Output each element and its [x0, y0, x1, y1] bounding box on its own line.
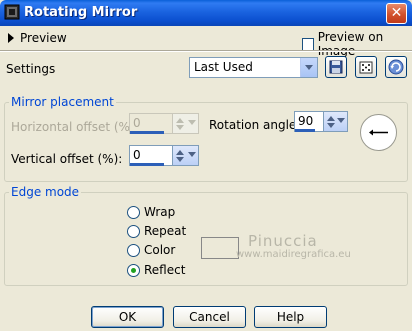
horizontal-offset-label: Horizontal offset (%):	[11, 120, 139, 134]
separator	[0, 50, 412, 52]
radio-label: Reflect	[144, 263, 186, 277]
reset-arrow-icon	[388, 59, 404, 75]
rotation-angle-stepper[interactable]	[324, 111, 348, 132]
horizontal-offset-spinner[interactable]: 0	[129, 113, 199, 136]
settings-label: Settings	[6, 62, 56, 76]
radio-button[interactable]	[127, 205, 140, 219]
radio-label: Color	[144, 243, 176, 257]
radio-wrap[interactable]: Wrap	[127, 205, 175, 219]
chevron-down-icon[interactable]	[188, 120, 196, 125]
expand-triangle-icon	[8, 33, 14, 43]
arrow-down-icon[interactable]	[327, 123, 335, 128]
randomize-dice-icon	[359, 61, 373, 74]
horizontal-offset-stepper[interactable]	[173, 113, 199, 134]
watermark-name: Pinuccia	[248, 232, 318, 250]
rotation-angle-dial[interactable]	[360, 114, 397, 151]
radio-button[interactable]	[127, 263, 140, 277]
dialog-window: Rotating Mirror ✕ Preview Preview on Ima…	[0, 0, 412, 331]
preview-toggle[interactable]: Preview	[8, 30, 67, 46]
preview-on-image-label: Preview on Image	[317, 30, 384, 58]
save-preset-button[interactable]	[325, 56, 347, 78]
watermark: Pinuccia www.maidiregrafica.eu	[222, 232, 351, 260]
vertical-offset-spinner[interactable]: 0	[129, 145, 199, 168]
preview-on-image-checkbox[interactable]: Preview on Image	[302, 30, 412, 58]
radio-button[interactable]	[127, 224, 140, 238]
checkbox-box[interactable]	[302, 37, 314, 51]
radio-button[interactable]	[127, 243, 140, 257]
help-button[interactable]: Help	[254, 306, 327, 328]
chevron-down-icon[interactable]	[188, 152, 196, 157]
rotation-angle-slider[interactable]	[295, 129, 315, 132]
preview-label: Preview	[20, 31, 67, 45]
ok-button[interactable]: OK	[91, 306, 164, 328]
cancel-button[interactable]: Cancel	[173, 306, 246, 328]
radio-repeat[interactable]: Repeat	[127, 224, 186, 238]
mirror-placement-title: Mirror placement	[9, 95, 116, 109]
reset-button[interactable]	[385, 56, 407, 78]
angle-arrow-icon	[369, 129, 388, 136]
preset-value: Last Used	[194, 60, 253, 74]
vertical-offset-slider[interactable]	[130, 163, 164, 166]
arrow-up-icon[interactable]	[176, 150, 184, 155]
vertical-offset-stepper[interactable]	[173, 145, 199, 166]
close-icon: ✕	[390, 5, 403, 21]
rotation-angle-spinner[interactable]: 90	[294, 111, 364, 134]
chevron-down-icon[interactable]	[337, 118, 345, 123]
watermark-url: www.maidiregrafica.eu	[236, 249, 351, 260]
randomize-button[interactable]	[355, 56, 377, 78]
arrow-up-icon[interactable]	[327, 116, 335, 121]
chevron-down-icon[interactable]	[300, 58, 317, 77]
radio-label: Repeat	[144, 224, 187, 238]
preset-dropdown[interactable]: Last Used	[189, 57, 318, 78]
title-bar[interactable]: Rotating Mirror ✕	[0, 0, 412, 26]
arrow-down-icon[interactable]	[176, 157, 184, 162]
app-icon	[4, 4, 20, 20]
edge-mode-title: Edge mode	[9, 185, 82, 199]
arrow-down-icon[interactable]	[176, 125, 184, 130]
radio-reflect[interactable]: Reflect	[127, 263, 185, 277]
radio-label: Wrap	[144, 205, 176, 219]
save-icon	[329, 60, 343, 74]
window-title: Rotating Mirror	[24, 5, 138, 20]
vertical-offset-label: Vertical offset (%):	[11, 152, 123, 166]
close-button[interactable]: ✕	[386, 3, 407, 24]
arrow-up-icon[interactable]	[176, 118, 184, 123]
radio-color[interactable]: Color	[127, 243, 175, 257]
rotation-angle-label: Rotation angle:	[209, 118, 301, 132]
horizontal-offset-slider[interactable]	[130, 131, 164, 134]
